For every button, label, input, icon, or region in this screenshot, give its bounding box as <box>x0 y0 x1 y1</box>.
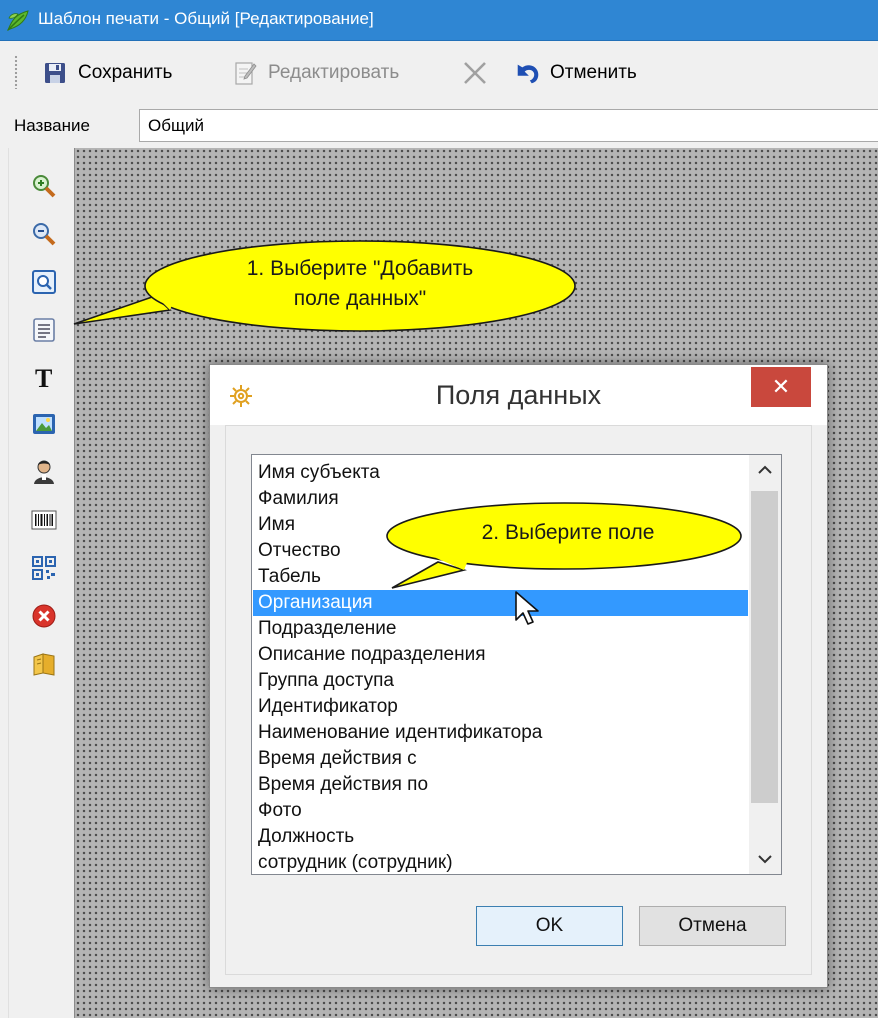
list-item[interactable]: Должность <box>253 824 748 850</box>
list-item[interactable]: Идентификатор <box>253 694 748 720</box>
cancel-edit-label: Отменить <box>550 62 637 83</box>
chevron-up-icon <box>758 465 772 474</box>
qr-code-icon <box>32 556 56 580</box>
edit-document-icon <box>232 60 258 86</box>
toolbar-grip[interactable] <box>14 55 18 89</box>
add-data-field-button[interactable] <box>28 314 60 346</box>
callout-step-2-text: 2. Выберите поле <box>481 521 655 544</box>
dialog-header: Поля данных ✕ <box>210 365 827 425</box>
name-input[interactable] <box>139 109 878 142</box>
data-fields-dialog: Поля данных ✕ Имя субъекта Фамилия Имя Отче… <box>209 364 828 988</box>
list-item[interactable]: Время действия с <box>253 746 748 772</box>
chevron-down-icon <box>758 855 772 864</box>
title-bar: Шаблон печати - Общий [Редактирование] <box>0 0 878 41</box>
list-item[interactable]: Группа доступа <box>253 668 748 694</box>
close-button[interactable]: ✕ <box>751 367 811 407</box>
svg-text:T: T <box>35 365 52 391</box>
list-item[interactable]: Время действия по <box>253 772 748 798</box>
list-item[interactable]: Имя субъекта <box>253 460 748 486</box>
zoom-fit-icon <box>32 270 56 294</box>
barcode-icon <box>31 510 57 530</box>
scroll-up-button[interactable] <box>749 455 781 485</box>
scroll-down-button[interactable] <box>749 844 781 874</box>
list-item[interactable]: Подразделение <box>253 616 748 642</box>
name-row: Название <box>0 105 878 147</box>
zoom-in-icon <box>33 175 56 198</box>
list-item[interactable]: Описание подразделения <box>253 642 748 668</box>
toolbar: Сохранить Редактировать Отменить <box>0 41 878 105</box>
callout-step-1-text: 1. Выберите "Добавить поле данных" <box>180 254 540 314</box>
add-barcode-button[interactable] <box>28 504 60 536</box>
book-icon <box>33 653 55 676</box>
floppy-disk-icon <box>42 60 68 86</box>
text-icon: T <box>35 365 52 391</box>
add-qr-code-button[interactable] <box>28 552 60 584</box>
add-photo-button[interactable] <box>28 456 60 488</box>
add-image-button[interactable] <box>28 408 60 440</box>
dialog-title: Поля данных <box>435 380 602 410</box>
add-data-field-icon <box>33 318 55 342</box>
list-item[interactable]: Фото <box>253 798 748 824</box>
callout-step-1: 1. Выберите "Добавить поле данных" <box>60 238 580 338</box>
save-label: Сохранить <box>78 62 173 83</box>
photo-person-icon <box>34 460 54 484</box>
scrollbar-thumb[interactable] <box>751 491 778 803</box>
cancel-button[interactable]: Отмена <box>639 906 786 946</box>
listbox-scrollbar[interactable] <box>749 455 781 874</box>
save-button[interactable]: Сохранить <box>42 57 172 89</box>
template-book-button[interactable] <box>28 648 60 680</box>
close-icon: ✕ <box>771 374 791 399</box>
list-item[interactable]: Наименование идентификатора <box>253 720 748 746</box>
zoom-fit-button[interactable] <box>28 266 60 298</box>
delete-button[interactable] <box>462 57 498 89</box>
delete-element-button[interactable] <box>28 600 60 632</box>
callout-step-1-line-2: поле данных" <box>293 287 427 310</box>
callout-step-1-line-1: 1. Выберите "Добавить <box>246 257 474 280</box>
delete-icon <box>32 604 56 628</box>
zoom-out-icon <box>33 223 56 246</box>
image-icon <box>33 414 55 434</box>
mouse-cursor-icon <box>515 591 539 625</box>
zoom-in-button[interactable] <box>28 170 60 202</box>
name-label: Название <box>14 116 90 135</box>
cancel-edit-button[interactable]: Отменить <box>514 57 637 89</box>
zoom-out-button[interactable] <box>28 218 60 250</box>
window-title: Шаблон печати - Общий [Редактирование] <box>38 9 374 28</box>
list-item[interactable]: сотрудник (сотрудник) <box>253 850 748 874</box>
ok-button[interactable]: OK <box>476 906 623 946</box>
callout-bubble-2 <box>386 502 742 589</box>
edit-button[interactable]: Редактировать <box>232 57 399 89</box>
delete-x-icon <box>462 60 488 86</box>
callout-step-2: 2. Выберите поле <box>378 500 750 600</box>
undo-arrow-icon <box>514 60 540 86</box>
green-leaf-icon <box>7 10 29 32</box>
edit-label: Редактировать <box>268 62 400 83</box>
add-text-button[interactable]: T <box>28 362 60 394</box>
